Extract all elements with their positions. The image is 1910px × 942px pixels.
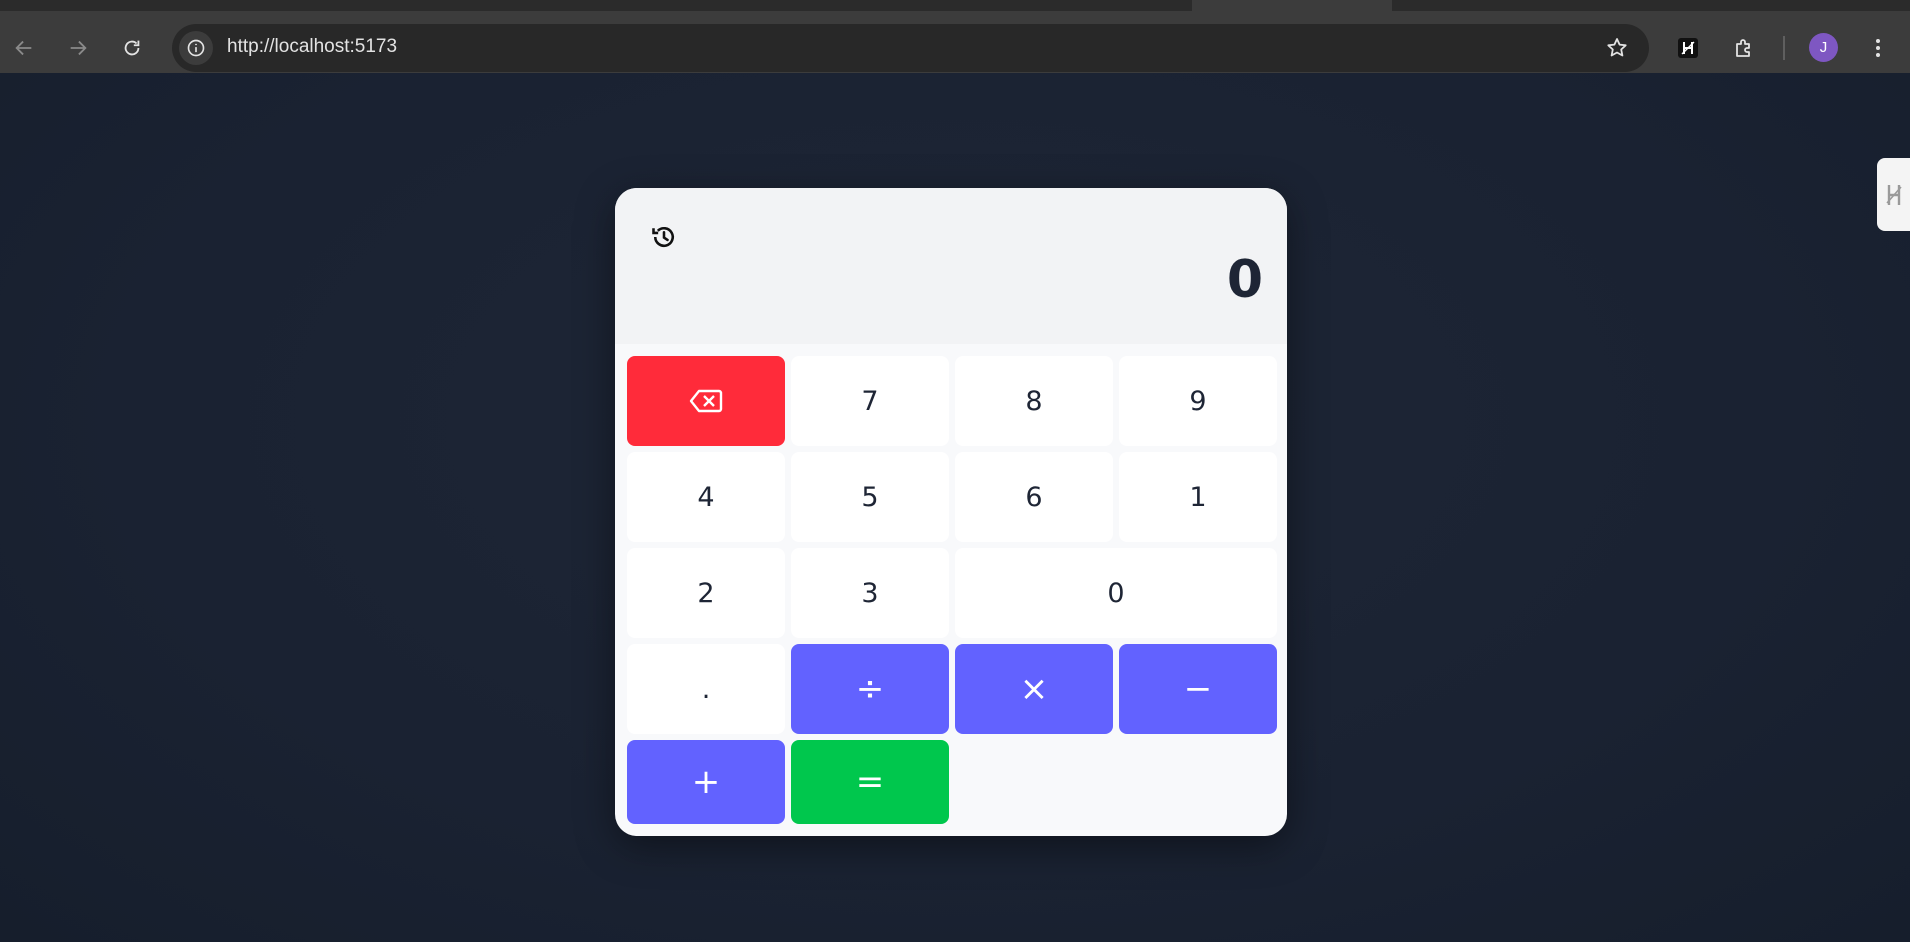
key-9[interactable]: 9: [1119, 356, 1277, 446]
calculator-display: 0: [615, 188, 1287, 344]
divide-button[interactable]: ÷: [791, 644, 949, 734]
page-background: 0 7 8 9 4 5 6 1 2 3 0 . ÷ × − + =: [0, 73, 1910, 942]
browser-menu-button[interactable]: [1861, 31, 1895, 65]
reload-icon: [124, 40, 140, 56]
display-value: 0: [1226, 250, 1263, 310]
extension-h-icon: [1885, 184, 1902, 205]
backspace-icon: [689, 389, 723, 413]
add-button[interactable]: +: [627, 740, 785, 824]
extension-h-icon: [1678, 38, 1698, 58]
tab-strip: [0, 0, 1910, 11]
site-info-button[interactable]: [179, 31, 213, 65]
forward-arrow-icon: [70, 40, 87, 56]
equals-button[interactable]: =: [791, 740, 949, 824]
key-6[interactable]: 6: [955, 452, 1113, 542]
browser-toolbar: http://localhost:5173 J: [0, 11, 1910, 73]
reload-button[interactable]: [115, 31, 149, 65]
active-tab-edge[interactable]: [1192, 0, 1392, 11]
key-decimal[interactable]: .: [627, 644, 785, 734]
bookmark-star-icon: [1607, 38, 1627, 57]
key-4[interactable]: 4: [627, 452, 785, 542]
key-1[interactable]: 1: [1119, 452, 1277, 542]
key-3[interactable]: 3: [791, 548, 949, 638]
profile-avatar[interactable]: J: [1809, 33, 1838, 62]
kebab-menu-icon: [1876, 39, 1880, 57]
key-7[interactable]: 7: [791, 356, 949, 446]
key-0[interactable]: 0: [955, 548, 1277, 638]
site-info-icon: [187, 39, 205, 57]
extensions-button[interactable]: [1727, 31, 1761, 65]
browser-chrome: http://localhost:5173 J: [0, 0, 1910, 73]
extension-h-button[interactable]: [1671, 31, 1705, 65]
key-2[interactable]: 2: [627, 548, 785, 638]
bookmark-button[interactable]: [1605, 36, 1629, 64]
history-clock-icon: [652, 226, 674, 248]
side-extension-tab[interactable]: [1877, 158, 1910, 231]
url-text[interactable]: http://localhost:5173: [227, 36, 397, 58]
key-8[interactable]: 8: [955, 356, 1113, 446]
puzzle-extensions-icon: [1736, 39, 1750, 57]
toolbar-divider: [1783, 36, 1785, 60]
history-button[interactable]: [648, 221, 680, 253]
back-button[interactable]: [7, 31, 41, 65]
back-arrow-icon: [15, 40, 32, 56]
multiply-button[interactable]: ×: [955, 644, 1113, 734]
subtract-button[interactable]: −: [1119, 644, 1277, 734]
key-5[interactable]: 5: [791, 452, 949, 542]
address-bar[interactable]: http://localhost:5173: [172, 24, 1649, 72]
calculator: 0 7 8 9 4 5 6 1 2 3 0 . ÷ × − + =: [615, 188, 1287, 836]
backspace-button[interactable]: [627, 356, 785, 446]
forward-button[interactable]: [61, 31, 95, 65]
